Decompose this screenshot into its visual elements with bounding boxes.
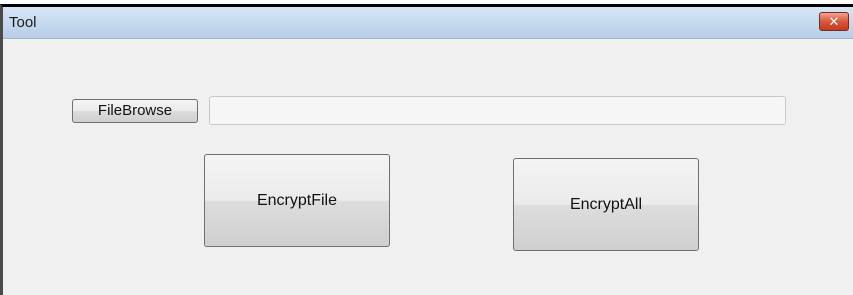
- tool-window: Tool ✕ FileBrowse EncryptFile EncryptAll: [0, 4, 853, 295]
- window-client-area: FileBrowse EncryptFile EncryptAll: [3, 39, 853, 295]
- title-bar[interactable]: Tool ✕: [3, 7, 853, 39]
- encrypt-file-button[interactable]: EncryptFile: [204, 154, 390, 247]
- file-path-field[interactable]: [209, 96, 786, 125]
- encrypt-all-button[interactable]: EncryptAll: [513, 158, 699, 251]
- close-button[interactable]: ✕: [819, 12, 849, 31]
- window-title: Tool: [9, 14, 37, 31]
- close-icon: ✕: [828, 14, 840, 29]
- file-browse-button[interactable]: FileBrowse: [72, 99, 198, 123]
